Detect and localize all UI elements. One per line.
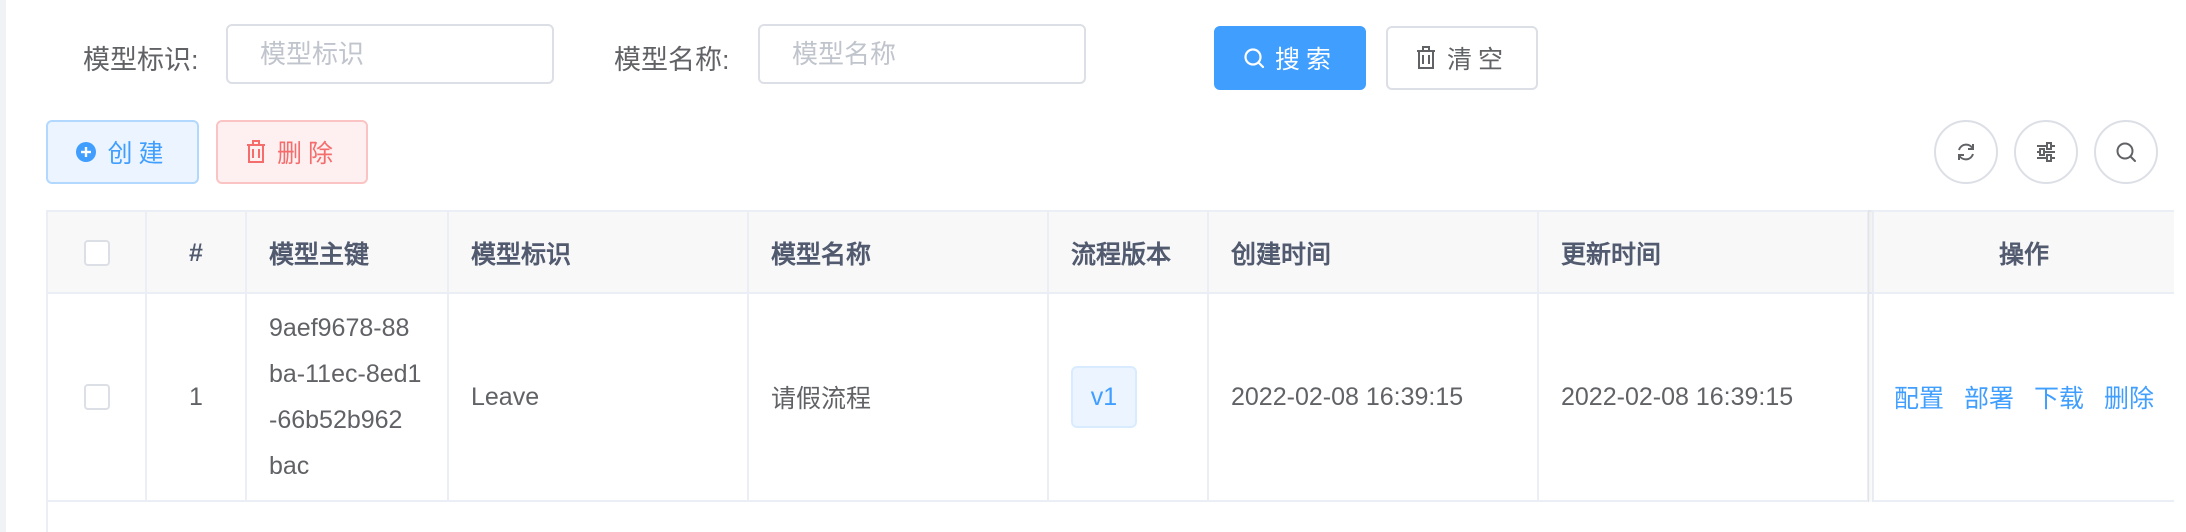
row-model-key: Leave — [449, 294, 749, 502]
page-left-edge — [0, 0, 6, 532]
model-id-line: ba-11ec-8ed1 — [269, 360, 422, 388]
refresh-icon — [1958, 143, 1974, 161]
model-key-input[interactable]: 模型标识 — [226, 24, 554, 84]
table-bottom-area — [46, 502, 2174, 532]
select-all-checkbox[interactable] — [83, 240, 110, 266]
toggle-search-button[interactable] — [2094, 120, 2158, 184]
search-icon — [1244, 48, 1265, 69]
row-model-name: 请假流程 — [749, 294, 1049, 502]
delete-link[interactable]: 删除 — [2104, 379, 2154, 415]
row-version-cell: v1 — [1049, 294, 1209, 502]
columns-settings-button[interactable] — [2014, 120, 2078, 184]
model-id-line: bac — [269, 452, 310, 480]
plus-circle-icon — [76, 142, 97, 162]
download-link[interactable]: 下载 — [2034, 379, 2084, 415]
header-index: # — [147, 212, 247, 294]
model-id-line: 9aef9678-88 — [269, 314, 410, 342]
trash-icon — [1416, 46, 1435, 69]
row-updated-time: 2022-02-08 16:39:15 — [1539, 294, 1869, 502]
header-version: 流程版本 — [1049, 212, 1209, 294]
delete-button-label: 删除 — [276, 140, 339, 168]
model-name-placeholder: 模型名称 — [792, 39, 897, 69]
model-name-label: 模型名称: — [614, 45, 730, 75]
model-key-label: 模型标识: — [83, 45, 199, 75]
config-link[interactable]: 配置 — [1894, 379, 1944, 415]
clear-button[interactable]: 清空 — [1386, 26, 1538, 90]
sliders-icon — [2037, 142, 2055, 162]
header-model-id: 模型主键 — [247, 212, 449, 294]
search-button[interactable]: 搜索 — [1214, 26, 1366, 90]
row-checkbox[interactable] — [83, 384, 110, 410]
search-icon — [2116, 142, 2136, 162]
header-actions: 操作 — [1872, 212, 2174, 294]
fixed-column-shadow — [1868, 210, 1874, 502]
row-actions: 配置 部署 下载 删除 — [1872, 294, 2174, 502]
model-id-line: -66b52b962 — [269, 406, 403, 434]
search-button-label: 搜索 — [1274, 46, 1337, 74]
header-updated-time: 更新时间 — [1539, 212, 1869, 294]
version-tag: v1 — [1071, 366, 1137, 428]
clear-button-label: 清空 — [1446, 46, 1509, 74]
refresh-button[interactable] — [1934, 120, 1998, 184]
table-header: # 模型主键 模型标识 模型名称 流程版本 创建时间 更新时间 操作 — [46, 210, 2174, 294]
row-index: 1 — [147, 294, 247, 502]
trash-icon — [246, 140, 265, 163]
create-button-label: 创建 — [107, 140, 170, 168]
header-created-time: 创建时间 — [1209, 212, 1539, 294]
deploy-link[interactable]: 部署 — [1964, 379, 2014, 415]
model-name-input[interactable]: 模型名称 — [758, 24, 1086, 84]
row-select-cell — [46, 294, 147, 502]
create-button[interactable]: 创建 — [46, 120, 199, 184]
row-created-time: 2022-02-08 16:39:15 — [1209, 294, 1539, 502]
delete-button[interactable]: 删除 — [216, 120, 368, 184]
header-model-name: 模型名称 — [749, 212, 1049, 294]
header-model-key: 模型标识 — [449, 212, 749, 294]
row-model-id: 9aef9678-88 ba-11ec-8ed1 -66b52b962 bac — [247, 294, 449, 502]
model-table: # 模型主键 模型标识 模型名称 流程版本 创建时间 更新时间 操作 1 9ae… — [46, 210, 2174, 532]
model-key-placeholder: 模型标识 — [260, 39, 365, 69]
header-select-all-cell — [46, 212, 147, 294]
